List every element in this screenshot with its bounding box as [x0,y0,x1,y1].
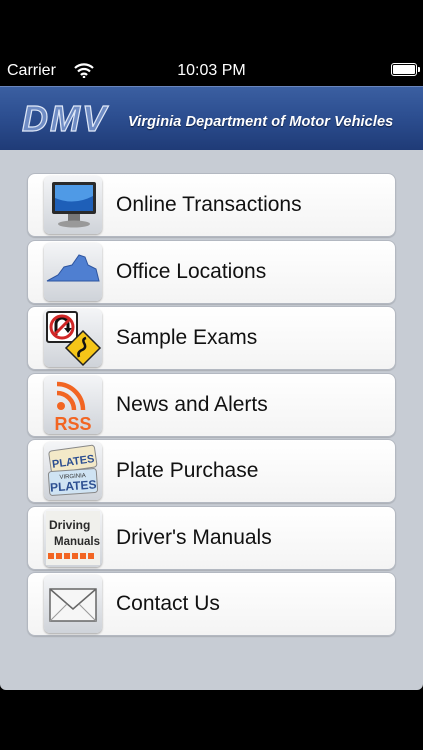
menu-item-drivers-manuals[interactable]: Driving Manuals Driver's Manuals [27,505,396,570]
envelope-icon [44,575,102,633]
svg-text:RSS: RSS [54,414,91,434]
clock: 10:03 PM [177,62,246,79]
content-area: Online Transactions Office Locations Sam… [0,150,423,690]
menu-label: News and Alerts [116,392,268,416]
menu-item-online-transactions[interactable]: Online Transactions [27,173,396,237]
dmv-logo: DMV [21,97,109,137]
svg-text:DMV: DMV [22,98,109,137]
computer-monitor-icon [44,176,102,234]
status-bar: Carrier 10:03 PM [0,0,423,86]
menu-label: Online Transactions [116,193,302,216]
virginia-map-icon [44,242,102,301]
menu-item-news-and-alerts[interactable]: RSS News and Alerts [27,372,396,437]
svg-text:Manuals: Manuals [54,536,100,548]
menu-item-plate-purchase[interactable]: PLATES VIRGINIA PLATES Plate Purchase [27,439,396,503]
battery-icon [391,63,420,76]
road-signs-icon [44,309,102,367]
menu-label: Sample Exams [116,326,258,349]
menu-item-office-locations[interactable]: Office Locations [27,239,396,304]
header-title: Virginia Department of Motor Vehicles [128,114,394,130]
menu-label: Office Locations [116,259,267,283]
app-header: DMV Virginia Department of Motor Vehicle… [0,86,423,150]
rss-icon: RSS [44,375,102,434]
menu-label: Plate Purchase [116,459,259,482]
license-plates-icon: PLATES VIRGINIA PLATES [44,442,102,500]
menu-item-contact-us[interactable]: Contact Us [27,572,396,636]
menu-label: Contact Us [116,592,220,615]
menu-label: Driver's Manuals [116,525,272,549]
menu-item-sample-exams[interactable]: Sample Exams [27,306,396,370]
app-screen: DMV Virginia Department of Motor Vehicle… [0,86,423,750]
driving-manuals-icon: Driving Manuals [44,508,102,567]
menu-list: Online Transactions Office Locations Sam… [27,173,396,639]
svg-text:Driving: Driving [49,518,90,532]
